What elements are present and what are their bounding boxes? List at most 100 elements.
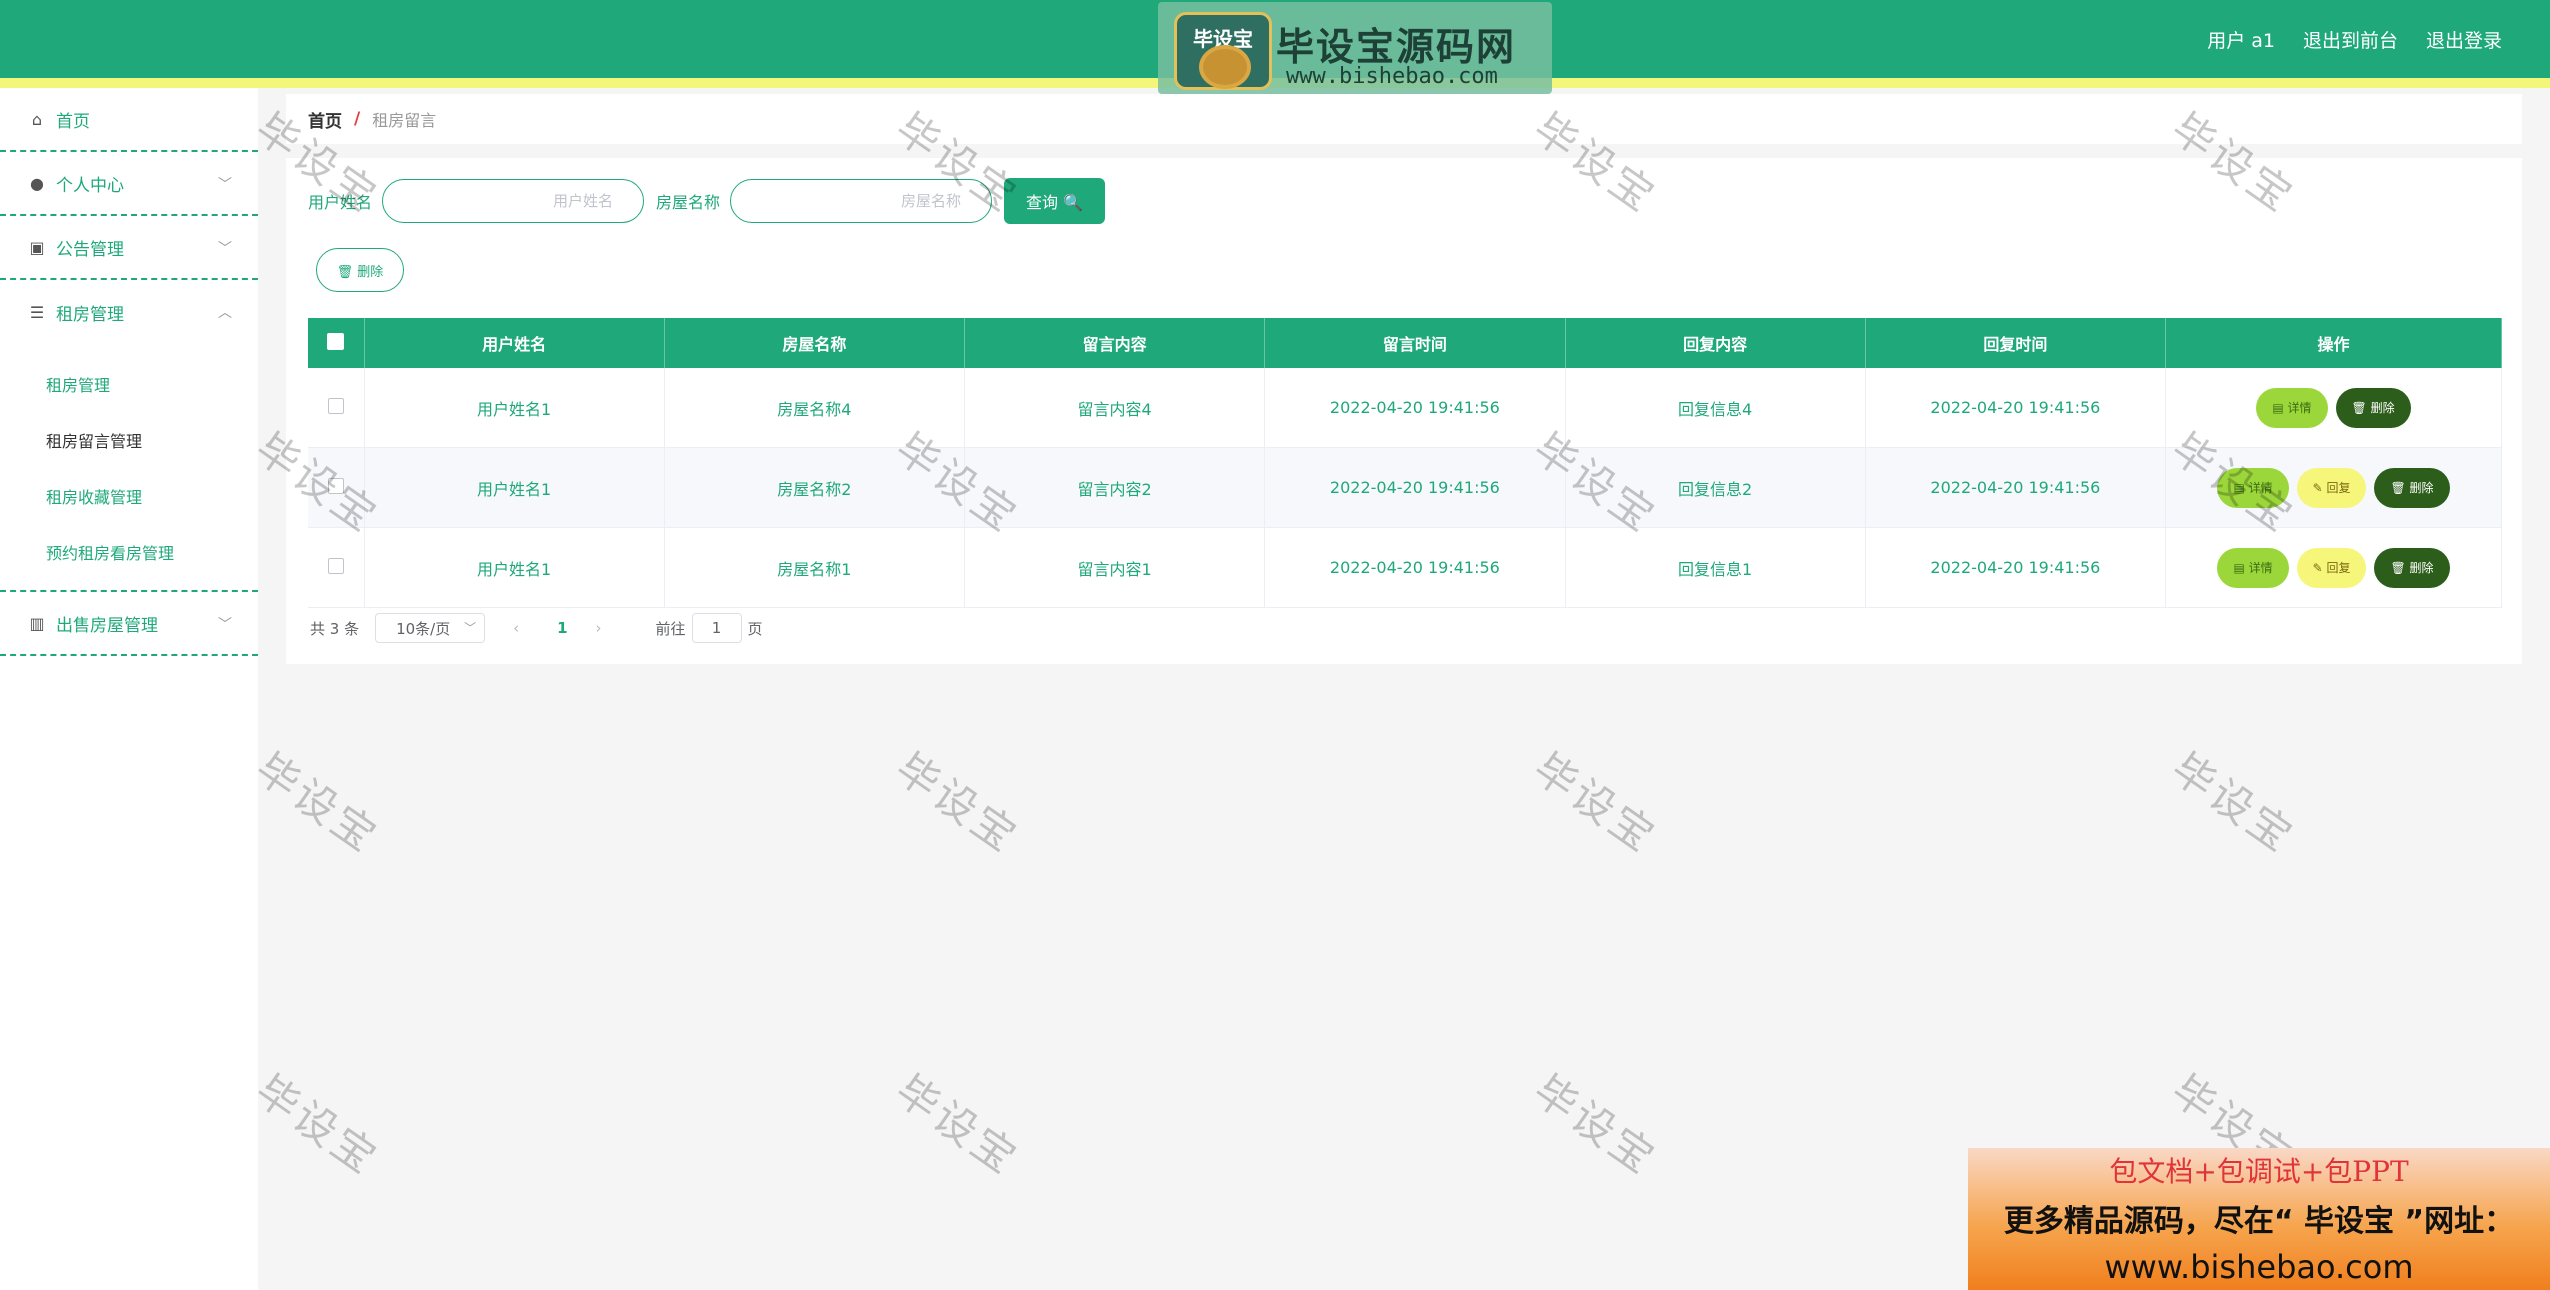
sidebar: ⌂ 首页 ● 个人中心 ﹀ ▣ 公告管理 ﹀ ☰ 租房管理 ︿ 租房管理 租房留…: [0, 88, 258, 1290]
cell-user: 用户姓名1: [364, 368, 665, 448]
reply-button[interactable]: ✎ 回复: [2296, 467, 2367, 508]
goto-prefix: 前往: [655, 619, 686, 638]
rental-submenu: 租房管理 租房留言管理 租房收藏管理 预约租房看房管理: [0, 344, 258, 592]
select-all-checkbox[interactable]: [327, 332, 345, 350]
messages-table: 用户姓名 房屋名称 留言内容 留言时间 回复内容 回复时间 操作 用户姓名1 房…: [308, 318, 2502, 608]
logo-ring: [1199, 45, 1251, 89]
cell-house: 房屋名称4: [664, 368, 966, 448]
detail-button[interactable]: ▤ 详情: [2256, 387, 2328, 428]
goto-page-input[interactable]: 1: [691, 613, 742, 643]
detail-button[interactable]: ▤ 详情: [2217, 547, 2289, 588]
watermark-text: 毕设宝: [886, 1065, 1028, 1185]
chevron-down-icon: ﹀: [218, 241, 232, 257]
pagination: 共 3 条 10条/页 ﹀ ‹ 1 › 前往 1 页: [310, 612, 763, 644]
reply-button[interactable]: ✎ 回复: [2296, 547, 2367, 588]
brand-watermark-logo: 毕设宝 毕设宝源码网 www.bishebao.com: [1158, 2, 1552, 94]
delete-button[interactable]: 🗑 删除: [2374, 547, 2450, 588]
breadcrumb-home[interactable]: 首页: [308, 107, 342, 132]
cell-actions: ▤ 详情 ✎ 回复 🗑 删除: [2165, 527, 2502, 608]
house-name-input[interactable]: [730, 179, 993, 223]
promo-banner: 包文档+包调试+包PPT 更多精品源码，尽在“ 毕设宝 ”网址： www.bis…: [1968, 1148, 2550, 1290]
cell-reply-time: 2022-04-20 19:41:56: [1865, 447, 2167, 528]
sidebar-item-rental[interactable]: ☰ 租房管理 ︿: [0, 280, 258, 344]
sidebar-item-label: 出售房屋管理: [56, 615, 158, 636]
clipboard-icon: ▣: [29, 238, 45, 257]
breadcrumb: 首页 / 租房留言: [286, 94, 2522, 144]
col-header-actions: 操作: [2165, 318, 2502, 368]
detail-button[interactable]: ▤ 详情: [2217, 467, 2289, 508]
sidebar-item-label: 租房管理: [56, 304, 124, 325]
bar-chart-icon: ▥: [29, 614, 45, 633]
cell-user: 用户姓名1: [364, 527, 665, 608]
sidebar-item-announcements[interactable]: ▣ 公告管理 ﹀: [0, 216, 258, 280]
content-card: 用户姓名 房屋名称 查询 🔍 🗑 删除 用户姓名 房屋名称 留言内容 留言时间 …: [286, 158, 2522, 664]
cell-actions: ▤ 详情 ✎ 回复 🗑 删除: [2165, 447, 2502, 528]
row-select-cell: [308, 527, 365, 608]
col-header-user: 用户姓名: [364, 318, 665, 368]
goto-suffix: 页: [747, 619, 763, 638]
page-size-select[interactable]: 10条/页 ﹀: [375, 613, 486, 643]
sidebar-item-label: 首页: [56, 111, 90, 132]
promo-line-1: 包文档+包调试+包PPT: [2109, 1155, 2409, 1188]
sidebar-item-personal-center[interactable]: ● 个人中心 ﹀: [0, 152, 258, 216]
col-header-reply: 回复内容: [1565, 318, 1866, 368]
sidebar-item-label: 公告管理: [56, 239, 124, 260]
user-icon: ●: [30, 174, 44, 193]
cell-actions: ▤ 详情 🗑 删除: [2165, 368, 2502, 448]
query-button[interactable]: 查询 🔍: [1004, 178, 1106, 224]
watermark-text: 毕设宝: [1524, 1065, 1666, 1185]
cell-user: 用户姓名1: [364, 447, 665, 528]
prev-page-icon[interactable]: ‹: [513, 619, 519, 637]
sidebar-item-houses-for-sale[interactable]: ▥ 出售房屋管理 ﹀: [0, 592, 258, 656]
cell-message-time: 2022-04-20 19:41:56: [1264, 447, 1566, 528]
next-page-icon[interactable]: ›: [596, 619, 602, 637]
user-name-input[interactable]: [382, 179, 645, 223]
logout-link[interactable]: 退出登录: [2426, 26, 2502, 53]
sidebar-subitem-rental-messages[interactable]: 租房留言管理: [0, 412, 258, 468]
sidebar-item-home[interactable]: ⌂ 首页: [0, 88, 258, 152]
row-checkbox[interactable]: [327, 397, 344, 414]
row-checkbox[interactable]: [327, 477, 344, 494]
cell-reply: 回复信息2: [1565, 447, 1866, 528]
delete-button[interactable]: 🗑 删除: [2374, 467, 2450, 508]
chevron-down-icon: ﹀: [218, 177, 232, 193]
breadcrumb-current: 租房留言: [372, 111, 437, 130]
current-page-number[interactable]: 1: [557, 619, 567, 637]
sidebar-subitem-viewing-appointments[interactable]: 预约租房看房管理: [0, 524, 258, 580]
cell-message: 留言内容4: [964, 368, 1266, 448]
bulk-delete-button[interactable]: 🗑 删除: [316, 248, 404, 292]
list-icon: ☰: [29, 303, 45, 322]
col-header-reply-time: 回复时间: [1865, 318, 2167, 368]
watermark-text: 毕设宝: [246, 743, 388, 863]
select-all-cell: [308, 318, 365, 368]
page-size-value: 10条/页: [396, 619, 451, 638]
table-row: 用户姓名1 房屋名称2 留言内容2 2022-04-20 19:41:56 回复…: [308, 447, 2502, 528]
row-select-cell: [308, 447, 365, 528]
watermark-text: 毕设宝: [246, 1065, 388, 1185]
cell-message-time: 2022-04-20 19:41:56: [1264, 368, 1566, 448]
house-name-label: 房屋名称: [656, 193, 721, 212]
row-checkbox[interactable]: [327, 557, 344, 574]
cell-message: 留言内容2: [964, 447, 1266, 528]
pagination-total: 共 3 条: [310, 619, 360, 638]
table-header-row: 用户姓名 房屋名称 留言内容 留言时间 回复内容 回复时间 操作: [308, 318, 2502, 368]
home-icon: ⌂: [31, 110, 43, 129]
watermark-text: 毕设宝: [1524, 743, 1666, 863]
cell-house: 房屋名称1: [664, 527, 966, 608]
sidebar-subitem-rental-favorites[interactable]: 租房收藏管理: [0, 468, 258, 524]
sidebar-subitem-rental-management[interactable]: 租房管理: [0, 356, 258, 412]
user-name-label: 用户姓名: [308, 193, 373, 212]
table-row: 用户姓名1 房屋名称4 留言内容4 2022-04-20 19:41:56 回复…: [308, 368, 2502, 448]
delete-button[interactable]: 🗑 删除: [2335, 387, 2411, 428]
search-form: 用户姓名 房屋名称 查询 🔍: [308, 178, 1106, 224]
chevron-up-icon: ︿: [218, 305, 232, 321]
cell-reply: 回复信息4: [1565, 368, 1866, 448]
cell-message: 留言内容1: [964, 527, 1266, 608]
sidebar-item-label: 个人中心: [56, 175, 124, 196]
watermark-text: 毕设宝: [2162, 743, 2304, 863]
cell-reply-time: 2022-04-20 19:41:56: [1865, 368, 2167, 448]
back-to-front-link[interactable]: 退出到前台: [2303, 26, 2398, 53]
brand-title: 毕设宝源码网: [1276, 25, 1517, 69]
user-label: 用户 a1: [2207, 30, 2275, 52]
col-header-house: 房屋名称: [664, 318, 966, 368]
